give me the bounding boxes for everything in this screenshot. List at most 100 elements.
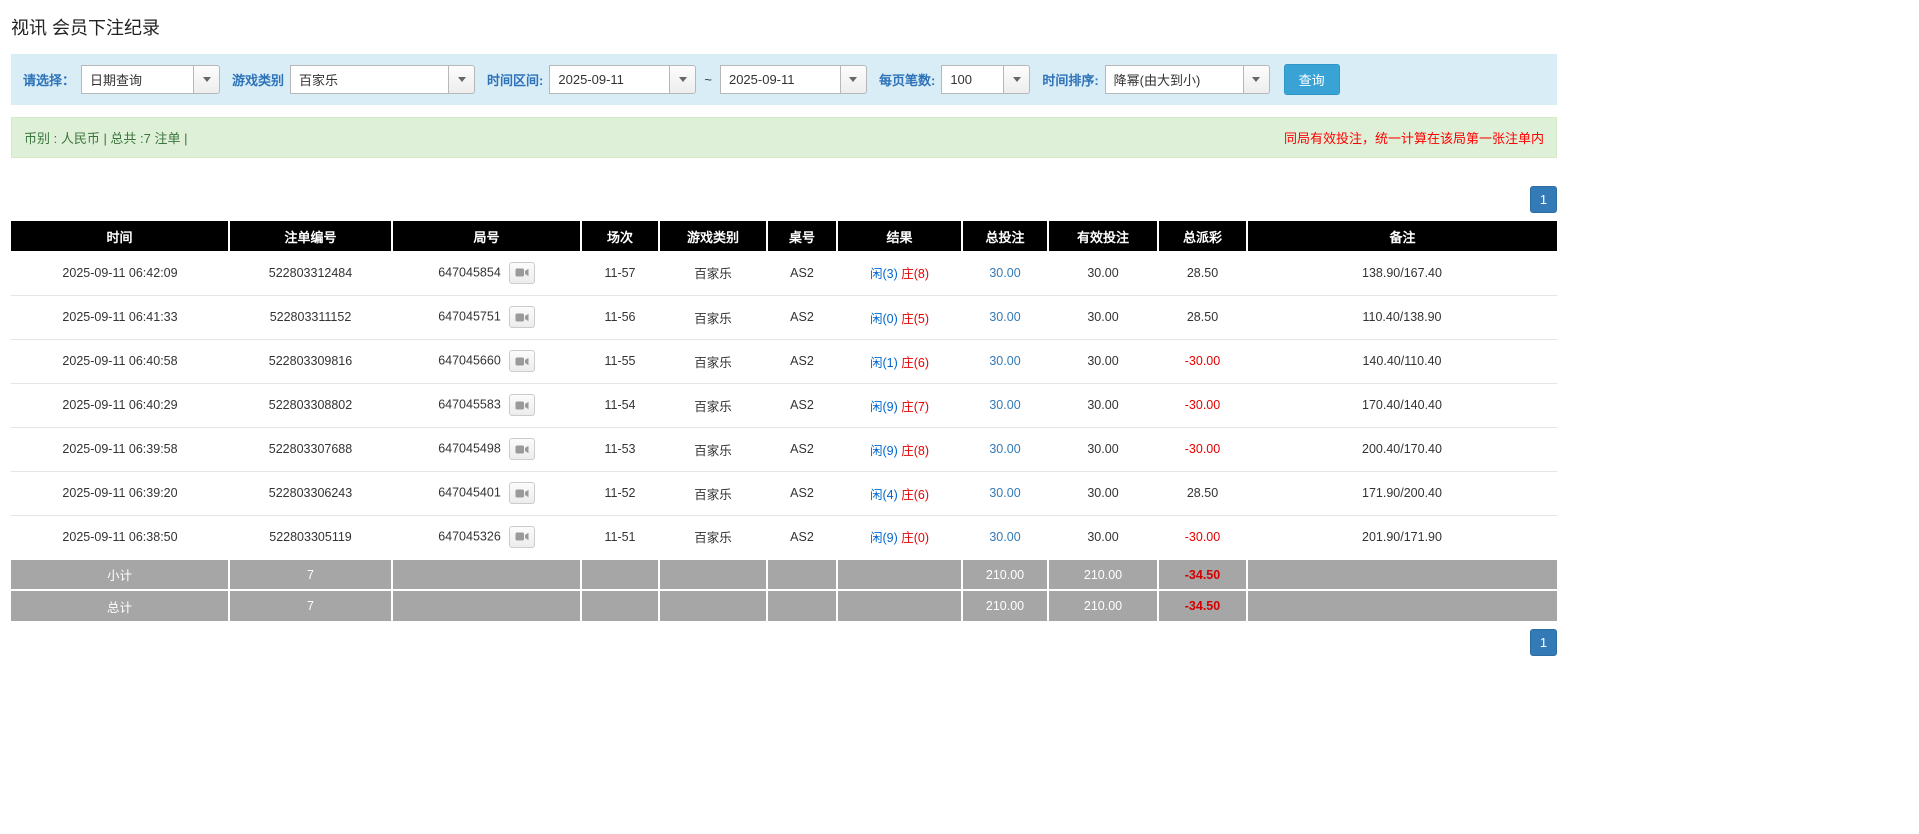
cell-session: 11-53 [581, 427, 659, 472]
date-from-input[interactable] [549, 65, 670, 94]
currency-total-text: 币别 : 人民币 | 总共 :7 注单 | [24, 131, 188, 146]
cell-note: 171.90/200.40 [1247, 471, 1557, 516]
chevron-down-icon [678, 77, 687, 82]
table-row: 2025-09-11 06:39:20 522803306243 6470454… [11, 471, 1557, 516]
cell-empty [766, 558, 837, 590]
cell-round-id: 647045854 [392, 251, 581, 296]
date-to-dropdown-button[interactable] [839, 65, 867, 94]
cell-game-type: 百家乐 [659, 251, 767, 296]
cell-valid-bet: 30.00 [1048, 295, 1158, 340]
date-to-combo [719, 65, 867, 94]
sort-input[interactable] [1104, 65, 1243, 94]
total-bet-link[interactable]: 30.00 [989, 530, 1020, 544]
video-replay-button[interactable] [508, 394, 535, 416]
cell-time: 2025-09-11 06:40:29 [11, 383, 229, 428]
cell-note: 140.40/110.40 [1247, 339, 1557, 384]
col-header-valid-bet: 有效投注 [1047, 221, 1158, 251]
cell-table-no: AS2 [767, 471, 837, 516]
cell-session: 11-52 [581, 471, 659, 516]
cell-valid-bet: 30.00 [1048, 471, 1158, 516]
video-icon [515, 357, 529, 365]
cell-round-id: 647045751 [392, 295, 581, 340]
summary-bar: 币别 : 人民币 | 总共 :7 注单 | 同局有效投注，统一计算在该局第一张注… [11, 117, 1557, 158]
cell-note: 138.90/167.40 [1247, 251, 1557, 296]
video-replay-button[interactable] [508, 350, 535, 372]
cell-valid-bet: 30.00 [1048, 515, 1158, 560]
cell-empty [391, 558, 581, 590]
subtotal-row: 小计 7 210.00 210.00 -34.50 [11, 558, 1557, 590]
col-header-total-bet: 总投注 [961, 221, 1048, 251]
cell-game-type: 百家乐 [659, 515, 767, 560]
total-count: 7 [228, 589, 392, 621]
date-from-combo [549, 65, 697, 94]
game-type-input[interactable] [290, 65, 449, 94]
page-size-input[interactable] [941, 65, 1004, 94]
page-button-1[interactable]: 1 [1530, 186, 1557, 213]
cell-payout: 28.50 [1158, 471, 1247, 516]
total-valid-bet: 210.00 [1047, 589, 1158, 621]
table-row: 2025-09-11 06:40:58 522803309816 6470456… [11, 339, 1557, 384]
cell-total-bet: 30.00 [962, 383, 1048, 428]
cell-table-no: AS2 [767, 251, 837, 296]
cell-note: 110.40/138.90 [1247, 295, 1557, 340]
cell-time: 2025-09-11 06:42:09 [11, 251, 229, 296]
total-bet-link[interactable]: 30.00 [989, 354, 1020, 368]
result-player: 闲(0) [869, 311, 898, 326]
video-icon [515, 401, 529, 409]
video-replay-button[interactable] [508, 261, 535, 284]
time-range-label: 时间区间: [487, 73, 544, 88]
total-bet-link[interactable]: 30.00 [989, 398, 1020, 412]
game-type-dropdown-button[interactable] [448, 65, 476, 94]
page-size-dropdown-button[interactable] [1003, 65, 1031, 94]
video-replay-button[interactable] [508, 306, 535, 328]
cell-game-type: 百家乐 [659, 339, 767, 384]
sort-label: 时间排序: [1042, 73, 1099, 88]
col-header-game-type: 游戏类别 [658, 221, 767, 251]
cell-game-type: 百家乐 [659, 383, 767, 428]
page-button-1[interactable]: 1 [1530, 629, 1557, 656]
result-player: 闲(1) [869, 355, 898, 370]
total-bet-link[interactable]: 30.00 [989, 310, 1020, 324]
total-bet-link[interactable]: 30.00 [989, 266, 1020, 280]
cell-table-no: AS2 [767, 383, 837, 428]
round-id-text: 647045401 [438, 485, 501, 500]
cell-session: 11-56 [581, 295, 659, 340]
cell-total-bet: 30.00 [962, 427, 1048, 472]
search-button[interactable]: 查询 [1283, 64, 1340, 95]
cell-total-bet: 30.00 [962, 471, 1048, 516]
date-to-input[interactable] [719, 65, 840, 94]
total-bet-link[interactable]: 30.00 [989, 486, 1020, 500]
filter-bar: 请选择： 游戏类别 时间区间: ~ 每页笔数: 时间排序: [11, 54, 1557, 105]
chevron-down-icon [457, 77, 466, 82]
cell-bet-id: 522803311152 [229, 295, 392, 340]
valid-bet-notice: 同局有效投注，统一计算在该局第一张注单内 [1283, 131, 1544, 146]
cell-round-id: 647045583 [392, 383, 581, 428]
result-player: 闲(3) [869, 267, 898, 282]
cell-result: 闲(0) 庄(5) [837, 295, 962, 340]
col-header-bet-id: 注单编号 [228, 221, 392, 251]
total-label: 总计 [11, 589, 229, 621]
video-replay-button[interactable] [508, 438, 535, 460]
total-payout: -34.50 [1157, 589, 1247, 621]
cell-table-no: AS2 [767, 295, 837, 340]
date-from-dropdown-button[interactable] [669, 65, 697, 94]
round-id-text: 647045326 [438, 529, 501, 544]
video-replay-button[interactable] [508, 525, 535, 548]
cell-bet-id: 522803312484 [229, 251, 392, 296]
query-type-dropdown-button[interactable] [193, 65, 221, 94]
cell-round-id: 647045660 [392, 339, 581, 384]
result-banker: 庄(6) [901, 487, 930, 502]
cell-session: 11-55 [581, 339, 659, 384]
table-row: 2025-09-11 06:40:29 522803308802 6470455… [11, 383, 1557, 428]
video-icon [515, 532, 529, 541]
cell-note: 201.90/171.90 [1247, 515, 1557, 560]
sort-dropdown-button[interactable] [1242, 65, 1270, 94]
result-banker: 庄(5) [901, 311, 930, 326]
cell-empty [580, 558, 659, 590]
video-replay-button[interactable] [508, 482, 535, 504]
subtotal-total-bet: 210.00 [961, 558, 1048, 590]
query-type-input[interactable] [81, 65, 194, 94]
total-bet-link[interactable]: 30.00 [989, 442, 1020, 456]
col-header-table-no: 桌号 [766, 221, 837, 251]
round-id-text: 647045498 [438, 441, 501, 456]
